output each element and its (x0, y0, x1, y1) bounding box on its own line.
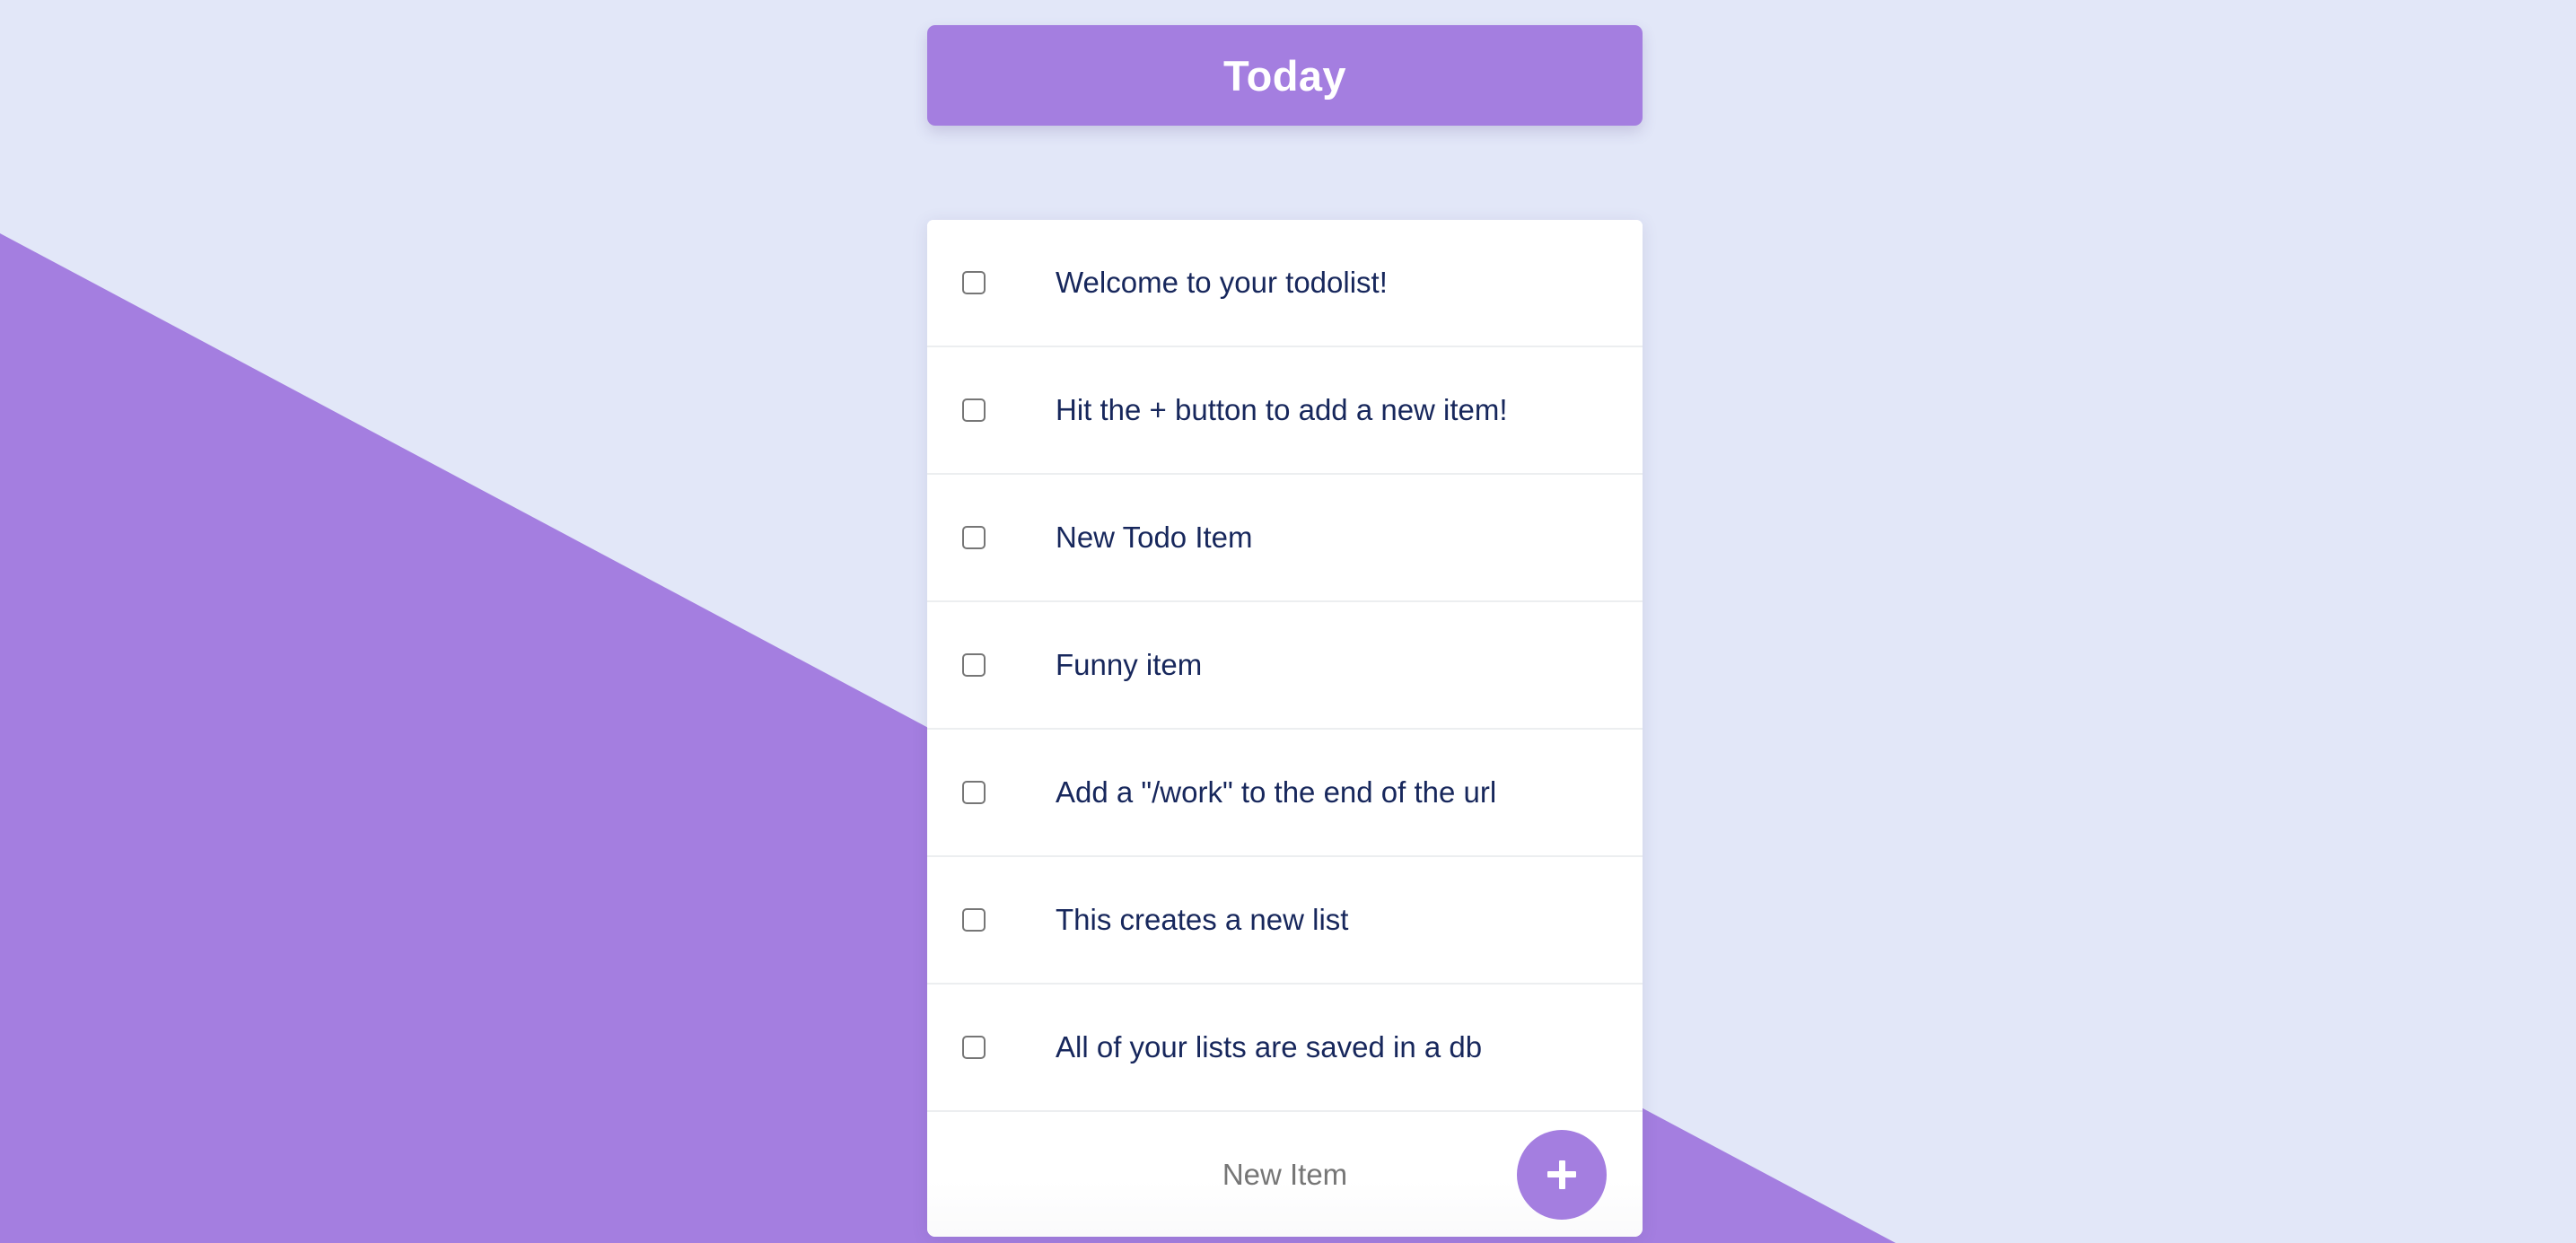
todo-list-item[interactable]: Hit the + button to add a new item! (927, 347, 1643, 475)
page-title: Today (1223, 51, 1346, 100)
todo-checkbox[interactable] (962, 653, 986, 677)
new-item-row (927, 1112, 1643, 1237)
todo-item-label: Add a "/work" to the end of the url (1056, 775, 1497, 810)
todo-checkbox[interactable] (962, 908, 986, 932)
todo-list-item[interactable]: Add a "/work" to the end of the url (927, 730, 1643, 857)
todo-list-item[interactable]: Funny item (927, 602, 1643, 730)
todo-item-label: Welcome to your todolist! (1056, 266, 1388, 300)
todo-checkbox[interactable] (962, 781, 986, 804)
todo-list-item[interactable]: All of your lists are saved in a db (927, 985, 1643, 1112)
todo-checkbox[interactable] (962, 526, 986, 549)
todo-item-label: Hit the + button to add a new item! (1056, 393, 1508, 427)
todo-checkbox[interactable] (962, 271, 986, 294)
new-item-input[interactable] (1033, 1157, 1537, 1192)
plus-icon (1544, 1157, 1580, 1193)
todo-item-label: This creates a new list (1056, 903, 1349, 937)
todo-app-page: Today Welcome to your todolist! Hit the … (0, 0, 2576, 1243)
header-banner: Today (927, 25, 1643, 126)
todo-list-item[interactable]: This creates a new list (927, 857, 1643, 985)
todo-list-item[interactable]: Welcome to your todolist! (927, 220, 1643, 347)
add-item-button[interactable] (1517, 1129, 1607, 1220)
todo-item-label: All of your lists are saved in a db (1056, 1030, 1483, 1064)
todo-checkbox[interactable] (962, 1036, 986, 1059)
todo-item-label: New Todo Item (1056, 521, 1253, 555)
todo-list-card: Welcome to your todolist! Hit the + butt… (927, 220, 1643, 1237)
todo-item-label: Funny item (1056, 648, 1203, 682)
todo-checkbox[interactable] (962, 398, 986, 422)
todo-list-item[interactable]: New Todo Item (927, 475, 1643, 602)
